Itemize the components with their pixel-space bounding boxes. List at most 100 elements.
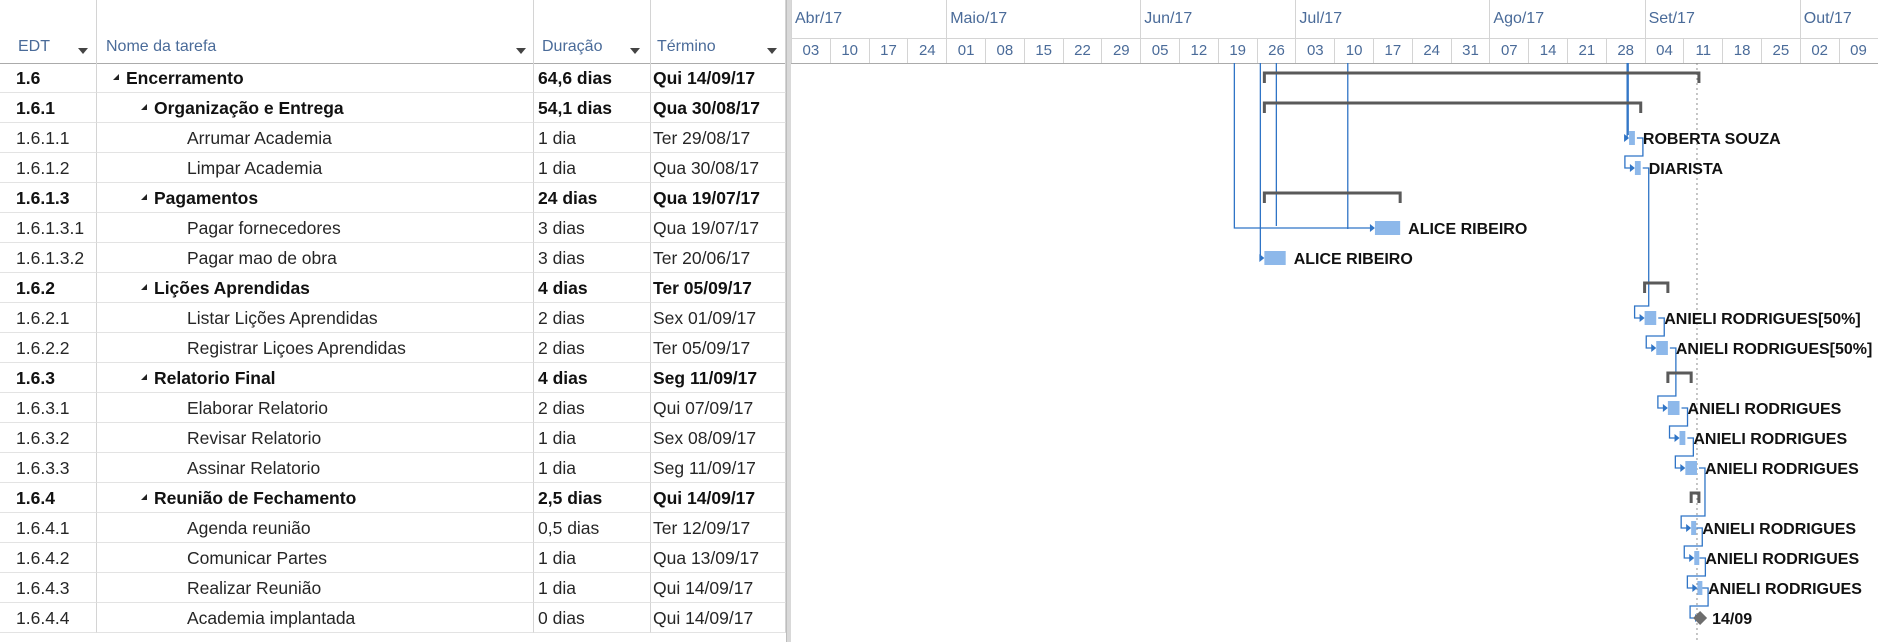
task-duration[interactable]: 1 dia — [534, 573, 651, 603]
task-edt[interactable]: 1.6.4.2 — [0, 543, 97, 573]
task-name-cell[interactable]: Lições Aprendidas — [97, 273, 534, 303]
task-duration[interactable]: 1 dia — [534, 123, 651, 153]
task-finish[interactable]: Ter 05/09/17 — [651, 273, 786, 303]
task-finish[interactable]: Seg 11/09/17 — [651, 453, 786, 483]
column-header-duration[interactable]: Duração — [534, 0, 651, 63]
task-finish[interactable]: Qui 14/09/17 — [651, 573, 786, 603]
task-duration[interactable]: 0,5 dias — [534, 513, 651, 543]
collapse-triangle-icon[interactable] — [141, 374, 147, 381]
task-row[interactable]: 1.6.1.3.2 Pagar mao de obra 3 dias Ter 20/0… — [0, 243, 786, 273]
task-name-cell[interactable]: Comunicar Partes — [97, 543, 534, 573]
task-duration[interactable]: 1 dia — [534, 543, 651, 573]
task-finish[interactable]: Sex 08/09/17 — [651, 423, 786, 453]
task-duration[interactable]: 3 dias — [534, 213, 651, 243]
task-edt[interactable]: 1.6.1.3.2 — [0, 243, 97, 273]
task-duration[interactable]: 2,5 dias — [534, 483, 651, 513]
filter-dropdown-edt-icon[interactable] — [78, 48, 88, 54]
task-edt[interactable]: 1.6.1.2 — [0, 153, 97, 183]
task-duration[interactable]: 54,1 dias — [534, 93, 651, 123]
task-edt[interactable]: 1.6 — [0, 63, 97, 93]
task-name-cell[interactable]: Academia implantada — [97, 603, 534, 633]
task-name-cell[interactable]: Pagar fornecedores — [97, 213, 534, 243]
task-edt[interactable]: 1.6.3.1 — [0, 393, 97, 423]
task-edt[interactable]: 1.6.1.3 — [0, 183, 97, 213]
column-header-finish[interactable]: Término — [651, 0, 786, 63]
task-name-cell[interactable]: Listar Lições Aprendidas — [97, 303, 534, 333]
collapse-triangle-icon[interactable] — [141, 284, 147, 291]
task-edt[interactable]: 1.6.1.3.1 — [0, 213, 97, 243]
task-duration[interactable]: 0 dias — [534, 603, 651, 633]
task-duration[interactable]: 3 dias — [534, 243, 651, 273]
filter-dropdown-name-icon[interactable] — [516, 48, 526, 54]
task-name-cell[interactable]: Registrar Liçoes Aprendidas — [97, 333, 534, 363]
task-edt[interactable]: 1.6.2.2 — [0, 333, 97, 363]
task-edt[interactable]: 1.6.1 — [0, 93, 97, 123]
task-duration[interactable]: 24 dias — [534, 183, 651, 213]
filter-dropdown-finish-icon[interactable] — [767, 48, 777, 54]
task-duration[interactable]: 1 dia — [534, 153, 651, 183]
task-duration[interactable]: 1 dia — [534, 453, 651, 483]
task-name-cell[interactable]: Pagar mao de obra — [97, 243, 534, 273]
task-row[interactable]: 1.6.3.2 Revisar Relatorio 1 dia Sex 08/09/1… — [0, 423, 786, 453]
task-row[interactable]: 1.6.4.4 Academia implantada 0 dias Qui 14/0… — [0, 603, 786, 633]
task-name-cell[interactable]: Encerramento — [97, 63, 534, 93]
task-edt[interactable]: 1.6.2.1 — [0, 303, 97, 333]
task-name-cell[interactable]: Realizar Reunião — [97, 573, 534, 603]
task-edt[interactable]: 1.6.2 — [0, 273, 97, 303]
summary-task-row[interactable]: 1.6.3 Relatorio Final 4 dias Seg 11/09/17 — [0, 363, 786, 393]
task-row[interactable]: 1.6.1.2 Limpar Academia 1 dia Qua 30/08/17 — [0, 153, 786, 183]
task-duration[interactable]: 4 dias — [534, 363, 651, 393]
task-name-cell[interactable]: Organização e Entrega — [97, 93, 534, 123]
task-name-cell[interactable]: Revisar Relatorio — [97, 423, 534, 453]
task-edt[interactable]: 1.6.1.1 — [0, 123, 97, 153]
collapse-triangle-icon[interactable] — [141, 494, 147, 501]
task-duration[interactable]: 2 dias — [534, 303, 651, 333]
collapse-triangle-icon[interactable] — [141, 194, 147, 201]
filter-dropdown-duration-icon[interactable] — [630, 48, 640, 54]
column-header-edt[interactable]: EDT — [0, 0, 97, 63]
task-row[interactable]: 1.6.4.2 Comunicar Partes 1 dia Qua 13/09/17 — [0, 543, 786, 573]
task-name-cell[interactable]: Assinar Relatorio — [97, 453, 534, 483]
task-finish[interactable]: Qui 14/09/17 — [651, 63, 786, 93]
task-row[interactable]: 1.6.1.3.1 Pagar fornecedores 3 dias Qua 19/… — [0, 213, 786, 243]
task-finish[interactable]: Qui 14/09/17 — [651, 483, 786, 513]
task-name-cell[interactable]: Arrumar Academia — [97, 123, 534, 153]
task-edt[interactable]: 1.6.4.1 — [0, 513, 97, 543]
column-header-name[interactable]: Nome da tarefa — [97, 0, 534, 63]
task-name-cell[interactable]: Elaborar Relatorio — [97, 393, 534, 423]
task-name-cell[interactable]: Relatorio Final — [97, 363, 534, 393]
task-finish[interactable]: Ter 12/09/17 — [651, 513, 786, 543]
task-edt[interactable]: 1.6.3 — [0, 363, 97, 393]
task-finish[interactable]: Qua 19/07/17 — [651, 183, 786, 213]
summary-task-row[interactable]: 1.6.4 Reunião de Fechamento 2,5 dias Qui 14… — [0, 483, 786, 513]
timescale-weeks[interactable]: 03 10 17 24 01 08 15 22 29 05 12 19 26 03 10 17 24 31 07 14… — [791, 38, 1878, 64]
gantt-bars-area[interactable]: ROBERTA SOUZA DIARISTA ALICE RIBEIRO ALICE … — [791, 63, 1878, 642]
task-edt[interactable]: 1.6.3.2 — [0, 423, 97, 453]
summary-task-row[interactable]: 1.6.1.3 Pagamentos 24 dias Qua 19/07/17 — [0, 183, 786, 213]
task-finish[interactable]: Qua 19/07/17 — [651, 213, 786, 243]
task-edt[interactable]: 1.6.4 — [0, 483, 97, 513]
task-duration[interactable]: 1 dia — [534, 423, 651, 453]
task-finish[interactable]: Qui 07/09/17 — [651, 393, 786, 423]
collapse-triangle-icon[interactable] — [113, 74, 119, 81]
task-row[interactable]: 1.6.4.1 Agenda reunião 0,5 dias Ter 12/09/1… — [0, 513, 786, 543]
task-row[interactable]: 1.6.2.1 Listar Lições Aprendidas 2 dias Sex… — [0, 303, 786, 333]
task-finish[interactable]: Ter 20/06/17 — [651, 243, 786, 273]
task-finish[interactable]: Sex 01/09/17 — [651, 303, 786, 333]
summary-task-row[interactable]: 1.6 Encerramento 64,6 dias Qui 14/09/17 — [0, 63, 786, 93]
task-duration[interactable]: 4 dias — [534, 273, 651, 303]
task-edt[interactable]: 1.6.4.4 — [0, 603, 97, 633]
task-row[interactable]: 1.6.2.2 Registrar Liçoes Aprendidas 2 dias… — [0, 333, 786, 363]
task-duration[interactable]: 64,6 dias — [534, 63, 651, 93]
task-duration[interactable]: 2 dias — [534, 333, 651, 363]
summary-task-row[interactable]: 1.6.2 Lições Aprendidas 4 dias Ter 05/09/17 — [0, 273, 786, 303]
task-edt[interactable]: 1.6.3.3 — [0, 453, 97, 483]
task-finish[interactable]: Ter 05/09/17 — [651, 333, 786, 363]
task-row[interactable]: 1.6.4.3 Realizar Reunião 1 dia Qui 14/09/17 — [0, 573, 786, 603]
timescale-months[interactable]: Abr/17 Maio/17 Jun/17 Jul/17 Ago/17 Set/17 Out… — [791, 0, 1878, 39]
task-name-cell[interactable]: Pagamentos — [97, 183, 534, 213]
task-finish[interactable]: Qua 30/08/17 — [651, 93, 786, 123]
task-row[interactable]: 1.6.3.3 Assinar Relatorio 1 dia Seg 11/09/1… — [0, 453, 786, 483]
task-row[interactable]: 1.6.1.1 Arrumar Academia 1 dia Ter 29/08/17 — [0, 123, 786, 153]
task-name-cell[interactable]: Limpar Academia — [97, 153, 534, 183]
